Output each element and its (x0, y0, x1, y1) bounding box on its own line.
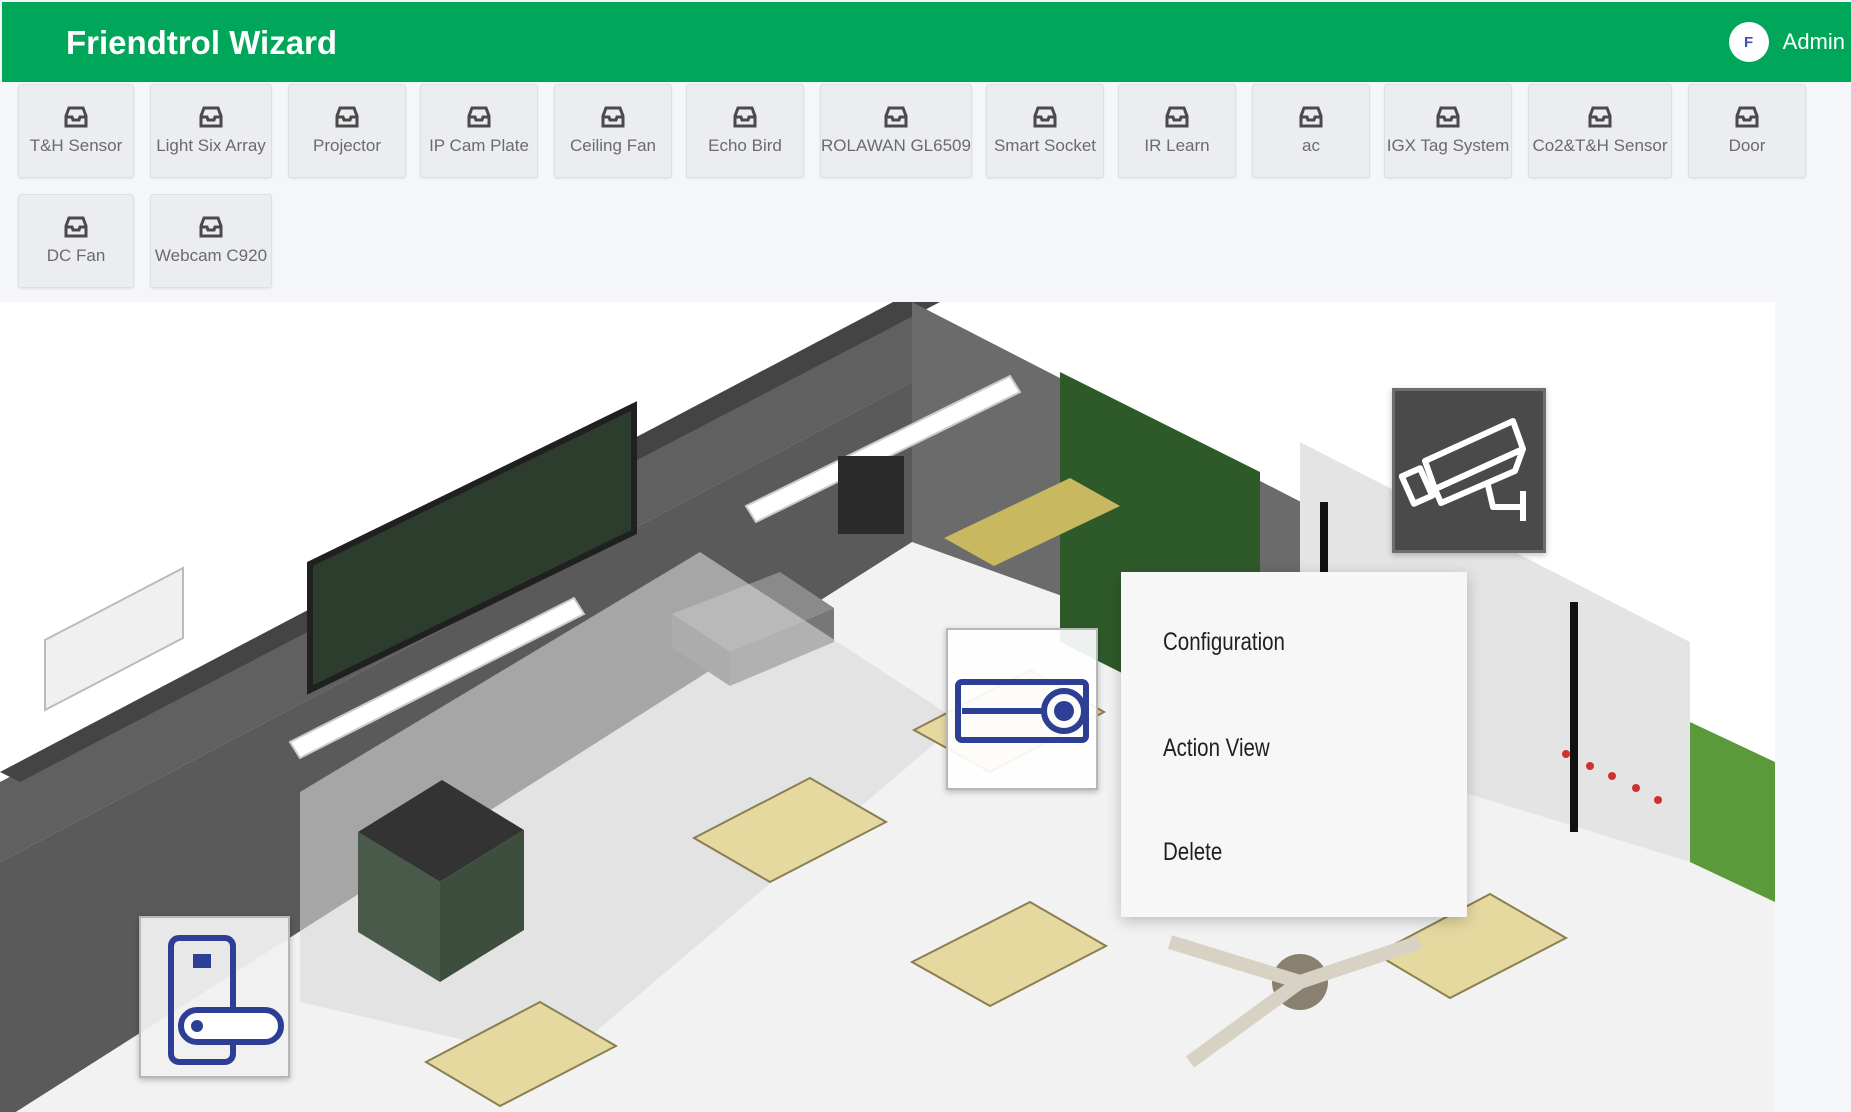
device-tile-igx-tag-system[interactable]: IGX Tag System (1384, 84, 1512, 178)
menu-item-configuration[interactable]: Configuration (1163, 628, 1285, 657)
tray-icon (467, 106, 491, 128)
tray-icon (1033, 106, 1057, 128)
device-tile-label: Light Six Array (156, 136, 266, 155)
tray-icon (335, 106, 359, 128)
tray-icon (1299, 106, 1323, 128)
device-tile-th-sensor[interactable]: T&H Sensor (18, 84, 134, 178)
user-name[interactable]: Admin (1783, 29, 1845, 55)
device-palette: T&H Sensor Light Six Array Projector IP … (0, 82, 1851, 302)
door-lock-marker[interactable] (139, 916, 290, 1078)
top-bar: Friendtrol Wizard F Admin (2, 2, 1851, 82)
device-tile-label: ac (1302, 136, 1320, 155)
device-tile-ip-cam-plate[interactable]: IP Cam Plate (420, 84, 538, 178)
tray-icon (64, 216, 88, 238)
device-context-menu: Configuration Action View Delete (1121, 572, 1467, 917)
tray-icon (1436, 106, 1460, 128)
device-tile-label: Echo Bird (708, 136, 782, 155)
device-tile-co2-th-sensor[interactable]: Co2&T&H Sensor (1528, 84, 1672, 178)
device-tile-door[interactable]: Door (1688, 84, 1806, 178)
device-tile-smart-socket[interactable]: Smart Socket (986, 84, 1104, 178)
device-tile-rolawan-gl6509[interactable]: ROLAWAN GL6509 (820, 84, 972, 178)
tray-icon (1735, 106, 1759, 128)
device-tile-webcam-c920[interactable]: Webcam C920 (150, 194, 272, 288)
device-tile-label: DC Fan (46, 246, 106, 265)
device-tile-ir-learn[interactable]: IR Learn (1118, 84, 1236, 178)
device-tile-light-six-array[interactable]: Light Six Array (150, 84, 272, 178)
projector-marker[interactable] (946, 628, 1098, 790)
user-menu[interactable]: F Admin (1728, 22, 1845, 62)
tray-icon (884, 106, 908, 128)
device-tile-projector[interactable]: Projector (288, 84, 406, 178)
tray-icon (1165, 106, 1189, 128)
tray-icon (199, 106, 223, 128)
tray-icon (64, 106, 88, 128)
device-tile-label: Co2&T&H Sensor (1532, 136, 1668, 155)
device-tile-label: IGX Tag System (1386, 136, 1510, 155)
camera-marker[interactable] (1392, 388, 1546, 553)
scene-right-margin (1775, 302, 1851, 1112)
app-title: Friendtrol Wizard (66, 24, 338, 61)
menu-item-delete[interactable]: Delete (1163, 838, 1222, 867)
device-tile-label: T&H Sensor (29, 136, 123, 155)
device-tile-label: Ceiling Fan (570, 136, 656, 155)
device-tile-label: IP Cam Plate (429, 136, 529, 155)
door-lock-icon (168, 935, 284, 1065)
tray-icon (1588, 106, 1612, 128)
tray-icon (199, 216, 223, 238)
projector-icon (955, 679, 1089, 743)
device-tile-label: ROLAWAN GL6509 (821, 136, 971, 155)
menu-item-action-view[interactable]: Action View (1163, 734, 1270, 763)
tray-icon (601, 106, 625, 128)
device-tile-dc-fan[interactable]: DC Fan (18, 194, 134, 288)
device-tile-label: Projector (312, 136, 382, 155)
user-avatar[interactable]: F (1728, 22, 1769, 62)
security-camera-icon (1398, 418, 1526, 521)
device-tile-ceiling-fan[interactable]: Ceiling Fan (554, 84, 672, 178)
device-tile-label: Door (1728, 136, 1766, 155)
device-tile-label: Smart Socket (993, 136, 1097, 155)
device-tile-ac[interactable]: ac (1252, 84, 1370, 178)
device-tile-echo-bird[interactable]: Echo Bird (686, 84, 804, 178)
device-tile-label: Webcam C920 (154, 246, 268, 265)
tray-icon (733, 106, 757, 128)
device-tile-label: IR Learn (1144, 136, 1210, 155)
